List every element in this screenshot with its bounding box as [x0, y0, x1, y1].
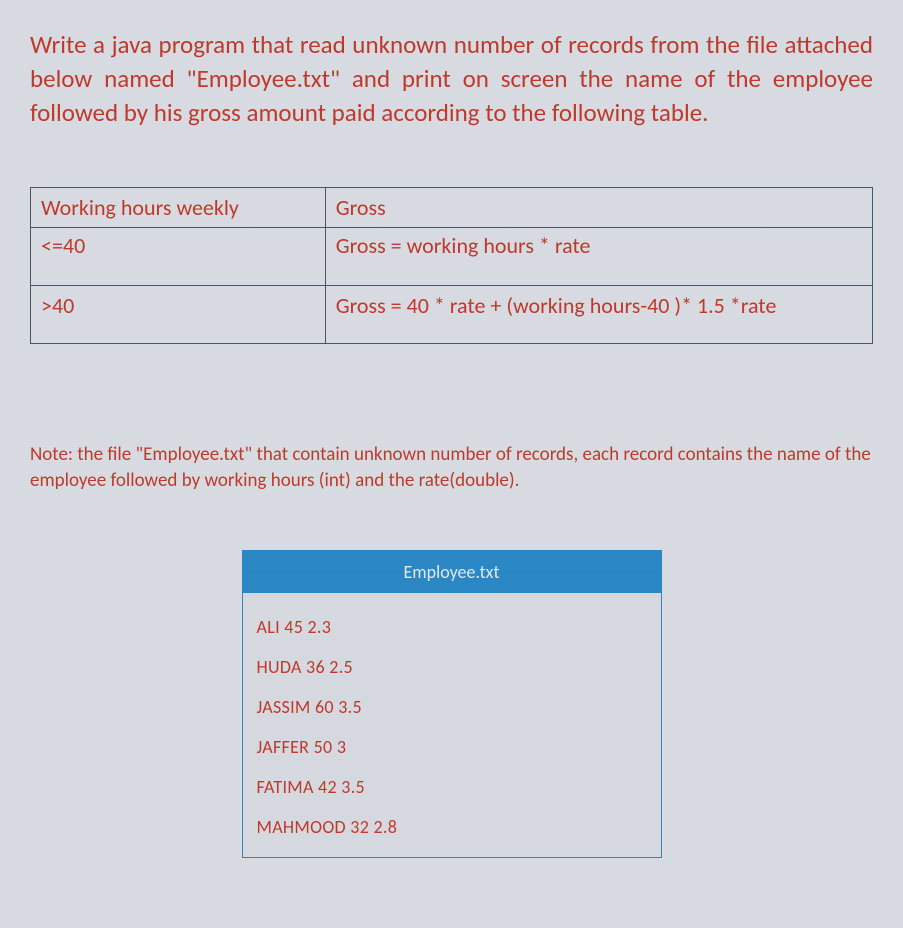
- file-body: ALI 45 2.3 HUDA 36 2.5 JASSIM 60 3.5 JAF…: [243, 593, 661, 857]
- cell-gross: Gross = working hours * rate: [325, 228, 872, 286]
- table-row: >40 Gross = 40 * rate + (working hours-4…: [31, 286, 873, 344]
- cell-gross: Gross = 40 * rate + (working hours-40 )*…: [325, 286, 872, 344]
- file-record: JASSIM 60 3.5: [257, 687, 647, 727]
- header-gross: Gross: [325, 188, 872, 228]
- file-record: JAFFER 50 3: [257, 727, 647, 767]
- header-hours: Working hours weekly: [31, 188, 326, 228]
- file-record: MAHMOOD 32 2.8: [257, 807, 647, 847]
- file-header: Employee.txt: [243, 551, 661, 593]
- file-record: ALI 45 2.3: [257, 607, 647, 647]
- cell-hours: >40: [31, 286, 326, 344]
- problem-statement: Write a java program that read unknown n…: [30, 28, 873, 129]
- file-record: HUDA 36 2.5: [257, 647, 647, 687]
- note-text: Note: the file "Employee.txt" that conta…: [30, 442, 873, 493]
- file-preview-box: Employee.txt ALI 45 2.3 HUDA 36 2.5 JASS…: [242, 550, 662, 858]
- gross-rules-table: Working hours weekly Gross <=40 Gross = …: [30, 187, 873, 344]
- table-row: <=40 Gross = working hours * rate: [31, 228, 873, 286]
- file-record: FATIMA 42 3.5: [257, 767, 647, 807]
- cell-hours: <=40: [31, 228, 326, 286]
- table-header-row: Working hours weekly Gross: [31, 188, 873, 228]
